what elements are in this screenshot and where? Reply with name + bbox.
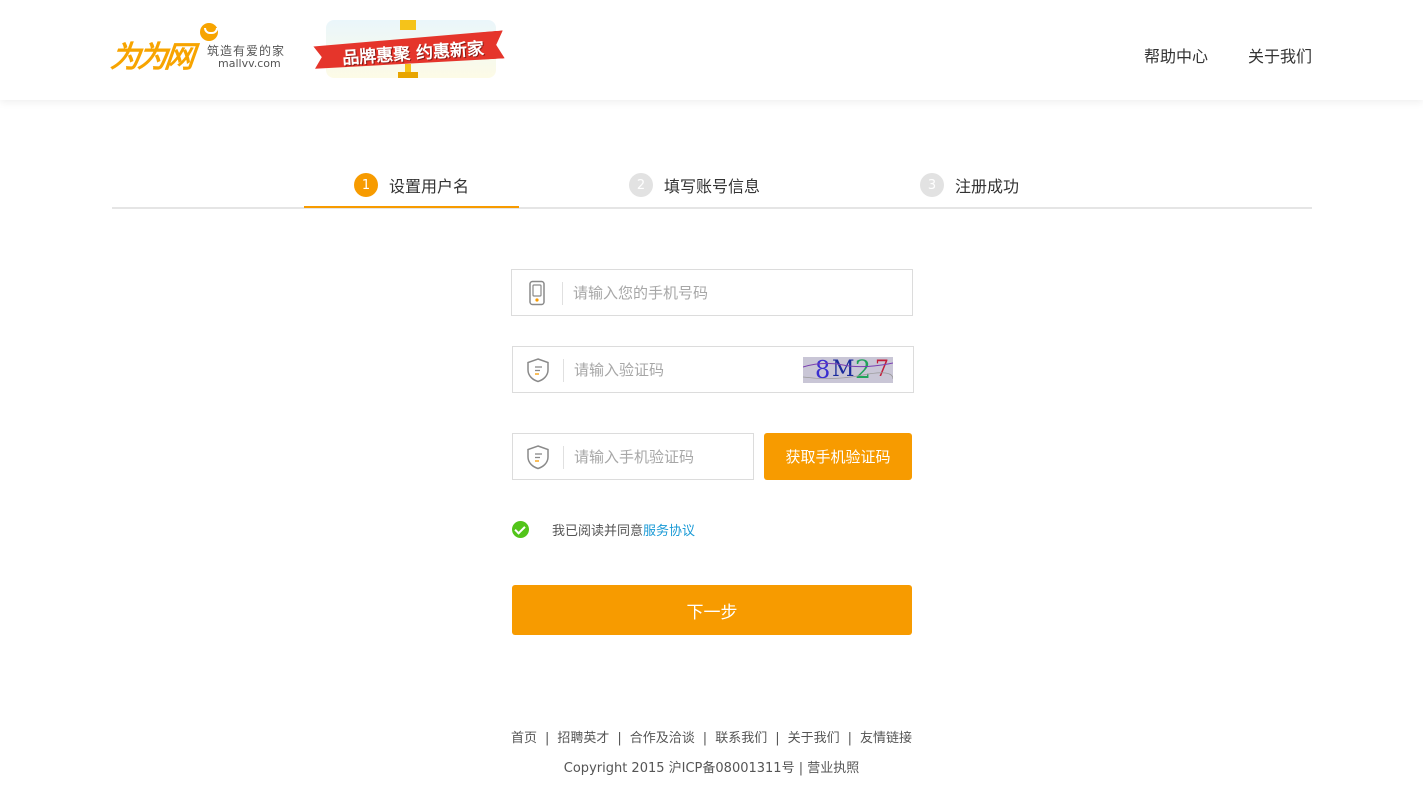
field-divider	[562, 282, 563, 305]
sms-code-input[interactable]	[574, 434, 744, 479]
footer-link-friends[interactable]: 友情链接	[860, 731, 912, 746]
field-divider	[563, 446, 564, 469]
step-register-success: 3 注册成功	[920, 173, 1019, 197]
shield-icon	[527, 358, 549, 383]
captcha-image[interactable]: 8 M 2 7	[803, 357, 893, 383]
captcha-field: 8 M 2 7	[512, 346, 914, 393]
step-label: 注册成功	[955, 177, 1020, 196]
site-logo[interactable]: 为为网 筑造有爱的家 mallvv.com	[108, 20, 291, 75]
logo-domain: mallvv.com	[218, 57, 281, 70]
step-number: 3	[920, 173, 944, 197]
footer-link-about[interactable]: 关于我们	[788, 731, 840, 746]
footer-links: 首页 | 招聘英才 | 合作及洽谈 | 联系我们 | 关于我们 | 友情链接	[0, 727, 1423, 746]
captcha-noise	[803, 362, 893, 380]
step-set-username: 1 设置用户名	[354, 173, 469, 197]
sms-code-field	[512, 433, 754, 480]
next-step-button[interactable]: 下一步	[512, 585, 912, 635]
footer-link-home[interactable]: 首页	[511, 731, 537, 746]
step-label: 设置用户名	[389, 177, 470, 196]
footer-separator: |	[847, 731, 852, 746]
nav-help-center[interactable]: 帮助中心	[1144, 43, 1208, 67]
footer-link-careers[interactable]: 招聘英才	[557, 731, 609, 746]
step-label: 填写账号信息	[664, 177, 761, 196]
footer-separator: |	[544, 731, 550, 746]
nav-about-us[interactable]: 关于我们	[1248, 43, 1312, 67]
phone-icon	[529, 280, 545, 306]
field-divider	[563, 359, 564, 382]
logo-smile-icon	[200, 23, 218, 41]
site-header: 为为网 筑造有爱的家 mallvv.com 品牌惠聚 约惠新家 帮助中心 关于我…	[0, 0, 1423, 100]
copyright: Copyright 2015 沪ICP备08001311号 | 营业执照	[563, 761, 860, 776]
footer-separator: |	[775, 731, 780, 746]
get-sms-code-button[interactable]: 获取手机验证码	[764, 433, 912, 480]
registration-steps: 1 设置用户名 2 填写账号信息 3 注册成功	[112, 160, 1312, 209]
agreement-row: 我已阅读并同意 服务协议	[512, 520, 695, 539]
logo-mark: 为为网	[108, 40, 194, 75]
footer-separator: |	[617, 731, 622, 746]
step-account-info: 2 填写账号信息	[629, 173, 760, 197]
active-step-indicator	[304, 206, 519, 208]
agreement-checkbox[interactable]	[512, 520, 529, 538]
service-agreement-link[interactable]: 服务协议	[643, 520, 695, 539]
footer-link-cooperation[interactable]: 合作及洽谈	[630, 731, 695, 746]
phone-input[interactable]	[573, 270, 893, 315]
promo-banner[interactable]: 品牌惠聚 约惠新家	[314, 20, 504, 78]
step-number: 1	[354, 173, 378, 197]
footer-link-contact[interactable]: 联系我们	[715, 731, 767, 746]
step-number: 2	[629, 173, 653, 197]
footer-separator: |	[702, 731, 708, 746]
captcha-input[interactable]	[574, 347, 794, 392]
phone-field	[511, 269, 913, 316]
agreement-text: 我已阅读并同意	[552, 523, 644, 539]
shield-icon	[527, 445, 549, 470]
